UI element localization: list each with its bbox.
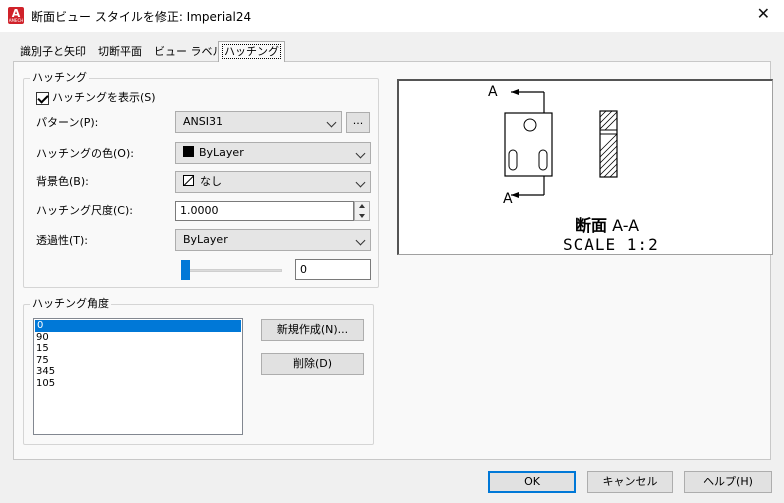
close-icon[interactable]: ✕ — [757, 6, 770, 22]
delete-angle-button[interactable]: 削除(D) — [261, 353, 364, 375]
hatch-angle-list[interactable]: 0 90 15 75 345 105 — [33, 318, 243, 435]
list-item[interactable]: 105 — [34, 378, 242, 390]
preview-title-rest: A-A — [607, 216, 640, 235]
show-hatching-checkbox[interactable] — [36, 92, 49, 105]
transparency-label: 透過性(T): — [36, 234, 89, 247]
new-angle-button[interactable]: 新規作成(N)... — [261, 319, 364, 341]
help-button[interactable]: ヘルプ(H) — [684, 471, 772, 493]
spin-down-icon[interactable] — [355, 211, 369, 220]
window-title: 断面ビュー スタイルを修正: Imperial24 — [31, 10, 252, 24]
list-item[interactable]: 75 — [34, 355, 242, 367]
pattern-label: パターン(P): — [36, 116, 99, 129]
tab-label: 識別子と矢印 — [20, 45, 86, 58]
hatching-group-title: ハッチング — [30, 71, 89, 85]
transparency-slider-track[interactable] — [181, 269, 282, 272]
tab-hatching[interactable]: ハッチング — [218, 41, 285, 62]
preview-scale: SCALE 1:2 — [563, 235, 659, 254]
chevron-down-icon — [355, 177, 366, 188]
tab-label: ビュー ラベル — [154, 45, 224, 58]
tab-label: ハッチング — [222, 44, 281, 59]
section-view-preview: A A 断面 A-A SCALE 1:2 — [397, 79, 773, 255]
color-swatch-icon — [183, 146, 194, 157]
hatch-color-select[interactable]: ByLayer — [175, 142, 371, 164]
pattern-select[interactable]: ANSI31 — [175, 111, 342, 133]
background-color-select[interactable]: なし — [175, 171, 371, 193]
transparency-slider-thumb[interactable] — [181, 260, 190, 280]
preview-title: 断面 A-A — [575, 217, 639, 235]
ok-button[interactable]: OK — [488, 471, 576, 493]
transparency-select[interactable]: ByLayer — [175, 229, 371, 251]
hatch-scale-spinner[interactable] — [354, 201, 370, 221]
chevron-down-icon — [355, 235, 366, 246]
show-hatching-label: ハッチングを表示(S) — [52, 91, 156, 104]
chevron-down-icon — [355, 148, 366, 159]
app-icon-sub: AMECH — [8, 18, 24, 23]
hatch-scale-label: ハッチング尺度(C): — [36, 204, 133, 217]
pattern-value: ANSI31 — [183, 115, 223, 128]
section-label-bottom: A — [503, 191, 513, 207]
pattern-browse-button[interactable]: ... — [346, 112, 370, 133]
transparency-value: ByLayer — [183, 233, 228, 246]
hatch-color-label: ハッチングの色(O): — [36, 147, 134, 160]
hatch-color-value: ByLayer — [199, 146, 244, 159]
tab-label: 切断平面 — [98, 45, 142, 58]
no-color-swatch-icon — [183, 175, 194, 186]
tab-view-label[interactable]: ビュー ラベル — [150, 42, 228, 63]
list-item[interactable]: 345 — [34, 366, 242, 378]
section-label-top: A — [488, 84, 498, 100]
hatch-angle-group-title: ハッチング角度 — [30, 297, 111, 311]
list-item[interactable]: 15 — [34, 343, 242, 355]
title-bar: A AMECH 断面ビュー スタイルを修正: Imperial24 ✕ — [0, 0, 784, 32]
tab-cutting-plane[interactable]: 切断平面 — [94, 42, 146, 63]
list-item[interactable]: 0 — [35, 320, 241, 332]
tab-identifiers-arrows[interactable]: 識別子と矢印 — [16, 42, 90, 63]
spin-up-icon[interactable] — [355, 202, 369, 211]
preview-title-bold: 断面 — [575, 216, 608, 235]
autocad-app-icon: A AMECH — [8, 7, 24, 24]
transparency-value-input[interactable]: 0 — [295, 259, 371, 280]
cancel-button[interactable]: キャンセル — [587, 471, 673, 493]
chevron-down-icon — [326, 117, 337, 128]
hatch-scale-input[interactable]: 1.0000 — [175, 201, 354, 221]
background-color-value: なし — [200, 175, 222, 188]
list-item[interactable]: 90 — [34, 332, 242, 344]
background-color-label: 背景色(B): — [36, 175, 89, 188]
